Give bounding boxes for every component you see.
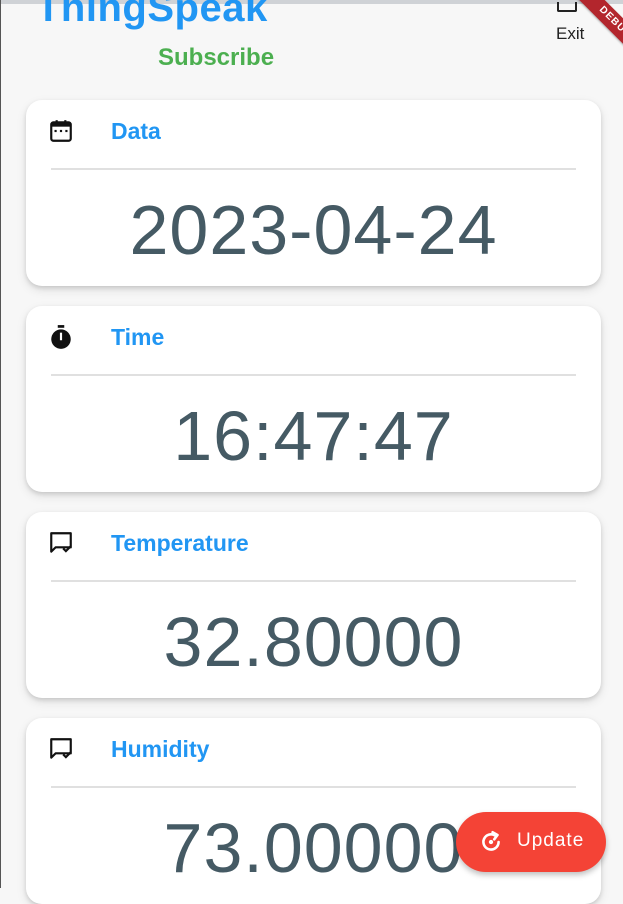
update-button[interactable]: Update: [456, 812, 606, 872]
refresh-icon: [482, 830, 500, 851]
divider: [51, 786, 576, 788]
card-value: 2023-04-24: [129, 191, 498, 269]
message-check-icon: [50, 738, 72, 759]
card-label: Temperature: [111, 530, 249, 556]
calendar-icon: [50, 120, 72, 142]
window-left-border: [0, 0, 1, 888]
app-title: ThingSpeak: [36, 0, 268, 30]
message-check-icon: [50, 532, 72, 553]
divider: [51, 168, 576, 170]
card-value: 16:47:47: [173, 397, 454, 475]
card-label: Time: [111, 324, 165, 350]
card-label: Humidity: [111, 736, 210, 762]
card-value: 32.80000: [163, 603, 464, 681]
update-button-label: Update: [517, 830, 585, 851]
exit-button[interactable]: Exit: [556, 24, 584, 44]
subscribe-button[interactable]: Subscribe: [158, 44, 274, 72]
card-data: Data 2023-04-24: [26, 100, 601, 286]
card-humidity: Humidity 73.00000: [26, 718, 601, 904]
divider: [51, 374, 576, 376]
card-temperature: Temperature 32.80000: [26, 512, 601, 698]
divider: [51, 580, 576, 582]
timer-icon: [51, 325, 71, 349]
card-time: Time 16:47:47: [26, 306, 601, 492]
exit-icon[interactable]: [557, 2, 577, 12]
card-label: Data: [111, 118, 161, 144]
